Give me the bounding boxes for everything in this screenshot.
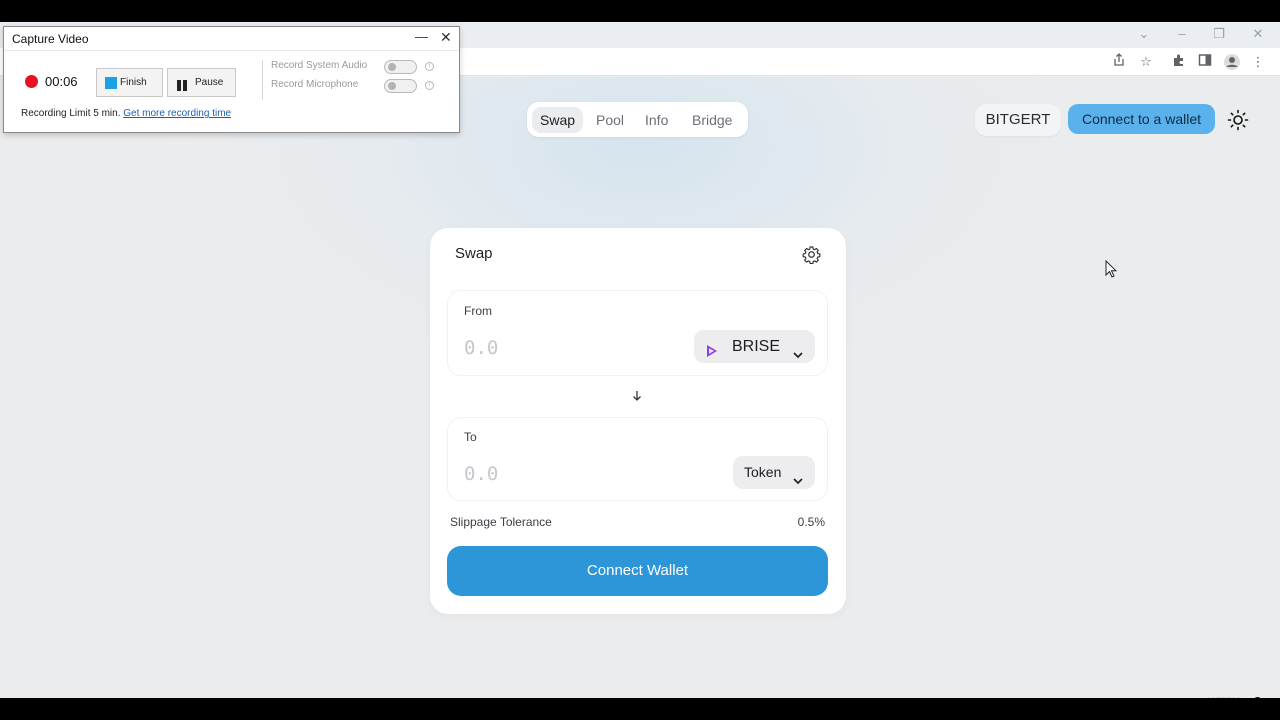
chevron-down-icon bbox=[792, 466, 804, 485]
from-label: From bbox=[464, 304, 492, 318]
share-icon[interactable] bbox=[1110, 53, 1128, 71]
microphone-toggle[interactable] bbox=[384, 79, 417, 93]
network-selector-button[interactable]: BITGERT bbox=[975, 104, 1061, 136]
swap-direction-arrow-icon[interactable] bbox=[630, 389, 644, 403]
brise-token-icon bbox=[704, 338, 720, 357]
connect-wallet-button[interactable]: Connect Wallet bbox=[447, 546, 828, 596]
pause-button[interactable]: Pause bbox=[167, 68, 236, 97]
from-token-selector[interactable]: BRISE bbox=[694, 330, 815, 363]
capture-minimize-icon[interactable]: — bbox=[415, 29, 428, 44]
capture-close-icon[interactable]: ✕ bbox=[440, 29, 452, 46]
record-microphone-label: Record Microphone bbox=[271, 79, 359, 90]
to-label: To bbox=[464, 430, 477, 444]
to-token-label: Token bbox=[744, 464, 782, 480]
main-nav: Swap Pool Info Bridge bbox=[527, 102, 748, 137]
recording-indicator-icon bbox=[25, 75, 38, 88]
recording-limit-text: Recording Limit 5 min. Get more recordin… bbox=[21, 108, 231, 119]
mouse-cursor-icon bbox=[1105, 259, 1118, 278]
record-system-audio-label: Record System Audio bbox=[271, 60, 368, 71]
tab-bridge[interactable]: Bridge bbox=[684, 107, 740, 133]
dex-page: Swap Pool Info Bridge BITGERT Connect to… bbox=[0, 77, 1280, 698]
status-dot-icon bbox=[1253, 697, 1262, 698]
get-more-recording-time-link[interactable]: Get more recording time bbox=[123, 108, 231, 119]
finish-square-icon bbox=[105, 77, 117, 89]
close-window-icon[interactable]: ✕ bbox=[1248, 25, 1268, 43]
recording-timer: 00:06 bbox=[45, 74, 78, 89]
info-icon[interactable]: i bbox=[425, 81, 434, 90]
capture-window-title: Capture Video bbox=[12, 32, 89, 46]
restore-window-icon[interactable]: ❐ bbox=[1209, 25, 1229, 43]
system-audio-toggle[interactable] bbox=[384, 60, 417, 74]
recording-limit-label: Recording Limit 5 min. bbox=[21, 108, 121, 119]
from-field: From 0.0 BRISE bbox=[447, 290, 828, 376]
from-amount-input[interactable]: 0.0 bbox=[464, 337, 498, 359]
tab-search-icon[interactable]: ⌄ bbox=[1134, 25, 1154, 43]
tab-swap[interactable]: Swap bbox=[532, 107, 584, 133]
capture-title-divider bbox=[4, 50, 459, 51]
swap-card: Swap From 0.0 BRISE To 0.0 Token Slippag… bbox=[430, 228, 846, 614]
chevron-down-icon bbox=[792, 340, 804, 359]
browser-menu-icon[interactable]: ⋮ bbox=[1249, 53, 1267, 71]
capture-video-window: Capture Video — ✕ 00:06 Finish Pause Rec… bbox=[3, 26, 460, 133]
swap-card-title: Swap bbox=[455, 245, 493, 262]
slippage-value[interactable]: 0.5% bbox=[798, 515, 825, 529]
from-token-symbol: BRISE bbox=[732, 338, 781, 355]
tab-pool[interactable]: Pool bbox=[588, 107, 632, 133]
finish-button[interactable]: Finish bbox=[96, 68, 163, 97]
to-amount-input[interactable]: 0.0 bbox=[464, 463, 498, 485]
pause-button-label: Pause bbox=[195, 77, 224, 88]
info-icon[interactable]: i bbox=[425, 62, 434, 71]
finish-button-label: Finish bbox=[120, 77, 147, 88]
pause-icon bbox=[176, 76, 189, 91]
profile-avatar-icon[interactable] bbox=[1223, 53, 1241, 71]
capture-divider bbox=[262, 60, 263, 100]
theme-toggle-sun-icon[interactable] bbox=[1225, 107, 1251, 133]
side-panel-icon[interactable] bbox=[1196, 53, 1214, 71]
to-field: To 0.0 Token bbox=[447, 417, 828, 501]
tab-info[interactable]: Info bbox=[637, 107, 676, 133]
slippage-label: Slippage Tolerance bbox=[450, 515, 552, 529]
settings-gear-icon[interactable] bbox=[802, 245, 821, 265]
extensions-icon[interactable] bbox=[1170, 53, 1188, 71]
block-number: 1075520 bbox=[1206, 696, 1241, 698]
bookmark-star-icon[interactable]: ☆ bbox=[1137, 53, 1155, 71]
connect-to-wallet-button[interactable]: Connect to a wallet bbox=[1068, 104, 1215, 134]
to-token-selector[interactable]: Token bbox=[733, 456, 815, 489]
minimize-window-icon[interactable]: – bbox=[1172, 25, 1192, 43]
